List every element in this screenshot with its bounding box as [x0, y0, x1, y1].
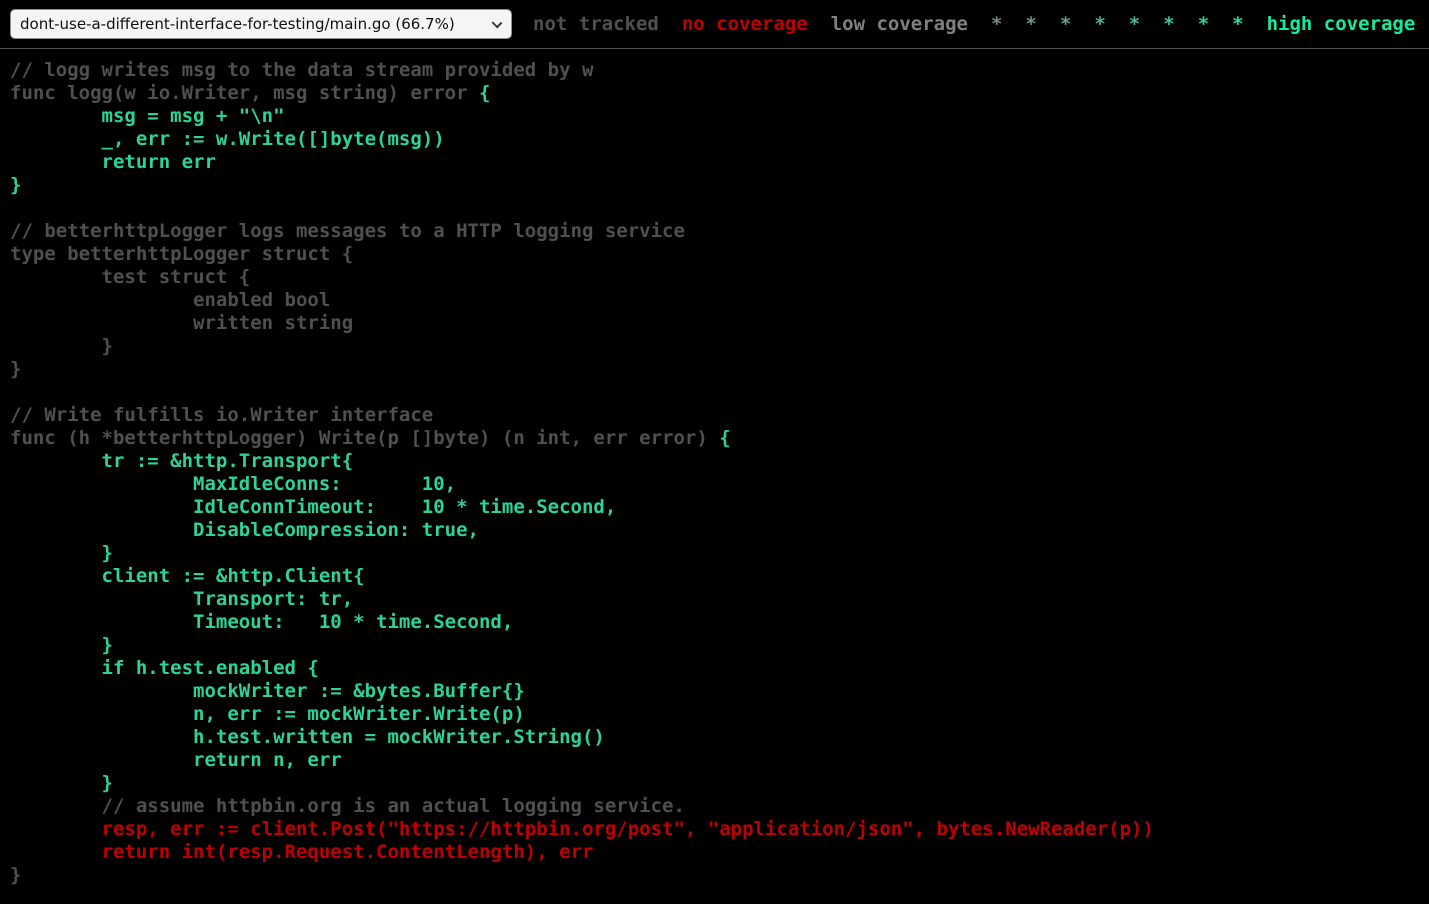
legend-cov8: *	[1198, 13, 1209, 35]
code-segment-cov8: {	[479, 82, 490, 104]
code-segment-cov8: Timeout: 10 * time.Second,	[10, 611, 513, 633]
code-segment-untracked: func (h *betterhttpLogger) Write(p []byt…	[10, 427, 719, 449]
code-segment-untracked: test struct {	[10, 266, 250, 288]
legend-no-coverage: no coverage	[682, 13, 808, 35]
code-segment-cov8: }	[10, 634, 113, 656]
code-segment-cov8: _, err := w.Write([]byte(msg))	[10, 128, 445, 150]
legend-cov6: *	[1129, 13, 1140, 35]
code-segment-cov8: IdleConnTimeout: 10 * time.Second,	[10, 496, 616, 518]
code-segment-untracked: // Write fulfills io.Writer interface	[10, 404, 433, 426]
code-segment-untracked: type betterhttpLogger struct {	[10, 243, 353, 265]
code-segment-cov8: Transport: tr,	[10, 588, 353, 610]
code-segment-untracked: }	[10, 358, 21, 380]
code-segment-untracked: enabled bool	[10, 289, 330, 311]
legend-cov2: *	[991, 13, 1002, 35]
legend-cov7: *	[1163, 13, 1174, 35]
code-segment-cov8: n, err := mockWriter.Write(p)	[10, 703, 525, 725]
legend-cov5: *	[1094, 13, 1105, 35]
file-select-wrap: dont-use-a-different-interface-for-testi…	[10, 9, 512, 39]
code-segment-cov8: msg = msg + "\n"	[10, 105, 285, 127]
content: // logg writes msg to the data stream pr…	[0, 0, 1429, 887]
topbar: dont-use-a-different-interface-for-testi…	[0, 0, 1429, 49]
legend: not tracked no coverage low coverage * * * * * *…	[533, 13, 1415, 35]
code-segment-untracked: // betterhttpLogger logs messages to a H…	[10, 220, 685, 242]
code-segment-cov8: }	[10, 772, 113, 794]
code-segment-cov8: }	[10, 174, 21, 196]
code-segment-untracked: }	[10, 864, 21, 886]
code-segment-cov8: return err	[10, 151, 216, 173]
code-segment-cov8: DisableCompression: true,	[10, 519, 479, 541]
code-segment-cov8: {	[719, 427, 730, 449]
code-segment-cov8: h.test.written = mockWriter.String()	[10, 726, 605, 748]
code-segment-cov8: mockWriter := &bytes.Buffer{}	[10, 680, 525, 702]
code-segment-untracked: // logg writes msg to the data stream pr…	[10, 59, 593, 81]
legend-low-coverage: low coverage	[831, 13, 968, 35]
code-segment-untracked: }	[10, 335, 113, 357]
code-segment-cov8: client := &http.Client{	[10, 565, 365, 587]
legend-cov3: *	[1025, 13, 1036, 35]
code-segment-cov0: return int(resp.Request.ContentLength), …	[10, 841, 593, 863]
legend-not-tracked: not tracked	[533, 13, 659, 35]
legend-cov4: *	[1060, 13, 1071, 35]
code-segment-untracked: // assume httpbin.org is an actual loggi…	[10, 795, 685, 817]
legend-high-coverage: high coverage	[1267, 13, 1416, 35]
file-select[interactable]: dont-use-a-different-interface-for-testi…	[10, 9, 512, 39]
source-code: // logg writes msg to the data stream pr…	[10, 59, 1429, 887]
legend-cov9: *	[1232, 13, 1243, 35]
code-segment-cov8: MaxIdleConns: 10,	[10, 473, 456, 495]
code-segment-untracked: written string	[10, 312, 353, 334]
code-segment-cov8: }	[10, 542, 113, 564]
code-segment-cov8: return n, err	[10, 749, 342, 771]
code-segment-cov8: if h.test.enabled {	[10, 657, 319, 679]
file-nav: dont-use-a-different-interface-for-testi…	[10, 9, 512, 39]
code-segment-cov8: tr := &http.Transport{	[10, 450, 353, 472]
code-segment-cov0: resp, err := client.Post("https://httpbi…	[10, 818, 1154, 840]
code-segment-untracked: func logg(w io.Writer, msg string) error	[10, 82, 479, 104]
